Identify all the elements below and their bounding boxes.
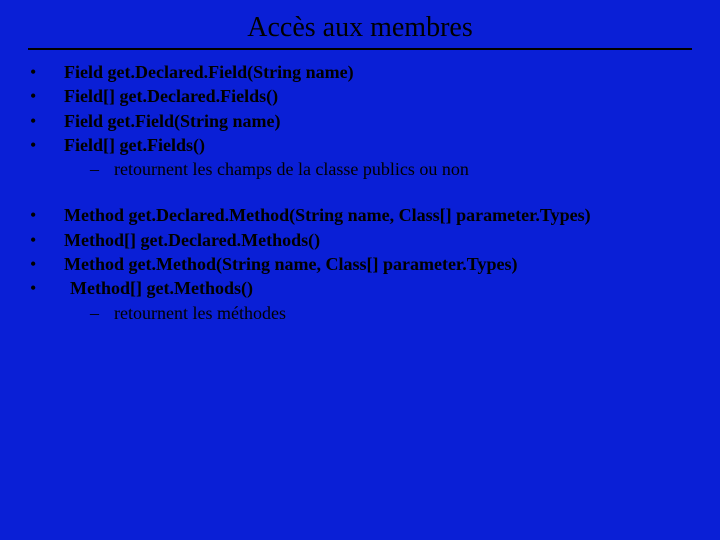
- list-item: • Method get.Method(String name, Class[]…: [28, 252, 692, 276]
- list-item: • Method[] get.Methods(): [28, 276, 692, 300]
- bullet-icon: •: [28, 133, 64, 157]
- list-item: • Method get.Declared.Method(String name…: [28, 203, 692, 227]
- item-text: Method get.Declared.Method(String name, …: [64, 203, 591, 227]
- slide: Accès aux membres • Field get.Declared.F…: [0, 0, 720, 325]
- item-text: Method[] get.Methods(): [64, 276, 253, 300]
- bullet-icon: •: [28, 60, 64, 84]
- item-text: Method get.Method(String name, Class[] p…: [64, 252, 517, 276]
- sub-text: retournent les méthodes: [114, 301, 286, 325]
- item-text: Field get.Declared.Field(String name): [64, 60, 354, 84]
- slide-title: Accès aux membres: [28, 12, 692, 44]
- list-item: • Field get.Declared.Field(String name): [28, 60, 692, 84]
- item-text: Field get.Field(String name): [64, 109, 280, 133]
- methods-group: • Method get.Declared.Method(String name…: [28, 203, 692, 324]
- bullet-icon: •: [28, 203, 64, 227]
- bullet-icon: •: [28, 276, 64, 300]
- bullet-icon: •: [28, 109, 64, 133]
- sub-item: – retournent les méthodes: [28, 301, 692, 325]
- bullet-icon: •: [28, 252, 64, 276]
- item-text: Method[] get.Declared.Methods(): [64, 228, 320, 252]
- list-item: • Field[] get.Declared.Fields(): [28, 84, 692, 108]
- fields-group: • Field get.Declared.Field(String name) …: [28, 60, 692, 181]
- sub-item: – retournent les champs de la classe pub…: [28, 157, 692, 181]
- bullet-icon: •: [28, 84, 64, 108]
- dash-icon: –: [90, 301, 114, 325]
- dash-icon: –: [90, 157, 114, 181]
- title-divider: [28, 48, 692, 50]
- item-text: Field[] get.Declared.Fields(): [64, 84, 278, 108]
- list-item: • Method[] get.Declared.Methods(): [28, 228, 692, 252]
- sub-text: retournent les champs de la classe publi…: [114, 157, 469, 181]
- bullet-icon: •: [28, 228, 64, 252]
- list-item: • Field[] get.Fields(): [28, 133, 692, 157]
- list-item: • Field get.Field(String name): [28, 109, 692, 133]
- item-text: Field[] get.Fields(): [64, 133, 205, 157]
